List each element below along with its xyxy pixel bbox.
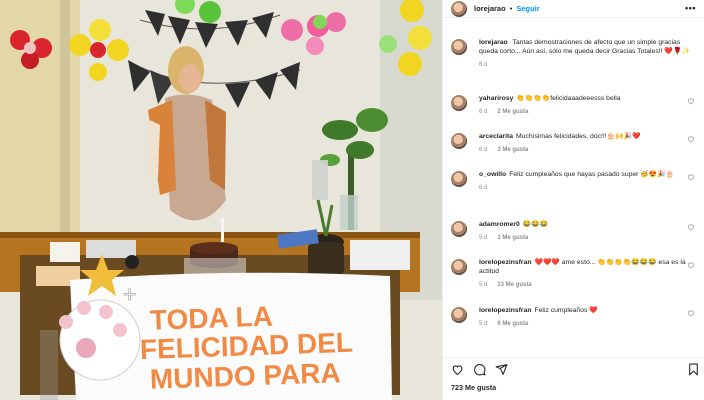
likes-count[interactable]: 723 Me gusta: [451, 383, 496, 392]
comment-text: Feliz cumpleaños ❤️: [534, 307, 598, 314]
post-header: lorejarao • Seguir •••: [443, 0, 704, 18]
caption-username[interactable]: lorejarao: [479, 39, 508, 46]
avatar[interactable]: [451, 221, 467, 237]
caption-emojis: ❤️🌹✨: [664, 48, 691, 56]
list-item: lorelopezinsfran ❤️❤️❤️ ame esto... 👏👏👏👏😂…: [451, 258, 698, 288]
comment-text: Feliz cumpleaños que hayas pasado super …: [509, 171, 675, 178]
heart-icon[interactable]: [687, 309, 695, 317]
comment-username[interactable]: adamromer0: [479, 221, 520, 228]
list-item: arceclarita Muchísimas felicidades, doc!!…: [451, 132, 698, 153]
avatar[interactable]: [451, 133, 467, 149]
comment-time[interactable]: 6 d: [479, 185, 487, 191]
post-photo[interactable]: TODA LA FELICIDAD DEL MUNDO PARA +: [0, 0, 442, 400]
header-username[interactable]: lorejarao: [474, 4, 506, 13]
comment-likes[interactable]: 1 Me gusta: [497, 235, 528, 241]
list-item: o_owillo Feliz cumpleaños que hayas pasad…: [451, 170, 698, 191]
avatar[interactable]: [451, 171, 467, 187]
post-actions: [443, 357, 704, 379]
comment-likes[interactable]: 13 Me gusta: [497, 282, 531, 288]
avatar[interactable]: [451, 307, 467, 323]
heart-icon[interactable]: [687, 135, 695, 143]
heart-icon[interactable]: [687, 97, 695, 105]
comment-likes[interactable]: 2 Me gusta: [497, 109, 528, 115]
comment-text: 👏👏👏👏felicidaaadeeesss bella: [516, 95, 621, 102]
comment-time[interactable]: 5 d: [479, 282, 487, 288]
comments-list[interactable]: lorejarao Tantas demostraciones de afect…: [443, 28, 704, 348]
heart-icon[interactable]: [687, 173, 695, 181]
list-item: yaharirosy 👏👏👏👏felicidaaadeeesss bella 6 …: [451, 94, 698, 115]
post-sidebar: lorejarao • Seguir ••• lorejarao Tantas …: [442, 0, 704, 400]
comment-username[interactable]: lorelopezinsfran: [479, 259, 532, 266]
caption-time[interactable]: 6 d: [479, 62, 487, 68]
comment-username[interactable]: o_owillo: [479, 171, 506, 178]
heart-icon[interactable]: [451, 363, 464, 376]
more-horizontal-icon[interactable]: •••: [685, 3, 696, 13]
caption: lorejarao Tantas demostraciones de afect…: [451, 38, 698, 68]
comment-time[interactable]: 6 d: [479, 109, 487, 115]
comment-likes[interactable]: 6 Me gusta: [497, 321, 528, 327]
comment-time[interactable]: 6 d: [479, 147, 487, 153]
caption-body: Tantas demostraciones de afecto que un s…: [479, 39, 681, 56]
caption-text: lorejarao Tantas demostraciones de afect…: [479, 38, 698, 56]
comment-likes[interactable]: 3 Me gusta: [497, 147, 528, 153]
comment-icon[interactable]: [473, 363, 486, 376]
heart-icon[interactable]: [687, 223, 695, 231]
bookmark-icon[interactable]: [687, 363, 700, 376]
separator-dot: •: [509, 4, 513, 13]
send-icon[interactable]: [495, 363, 508, 376]
list-item: adamromer0 😂😂😂 5 d 1 Me gusta: [451, 220, 698, 241]
comment-text: 😂😂😂: [522, 221, 549, 228]
comment-username[interactable]: arceclarita: [479, 133, 513, 140]
comment-time[interactable]: 5 d: [479, 235, 487, 241]
comment-username[interactable]: lorelopezinsfran: [479, 307, 532, 314]
comment-time[interactable]: 5 d: [479, 321, 487, 327]
comment-username[interactable]: yaharirosy: [479, 95, 513, 102]
avatar[interactable]: [451, 95, 467, 111]
party-scene: TODA LA FELICIDAD DEL MUNDO PARA +: [0, 0, 442, 400]
svg-text:+: +: [122, 284, 137, 305]
follow-button[interactable]: Seguir: [516, 4, 539, 13]
avatar[interactable]: [451, 0, 467, 17]
avatar[interactable]: [451, 259, 467, 275]
avatar[interactable]: [451, 39, 467, 55]
comment-text: Muchísimas felicidades, doc!!!🎂🙌🎉❤️: [516, 133, 641, 140]
list-item: lorelopezinsfran Feliz cumpleaños ❤️ 5 d 6…: [451, 306, 698, 327]
heart-icon[interactable]: [687, 261, 695, 269]
